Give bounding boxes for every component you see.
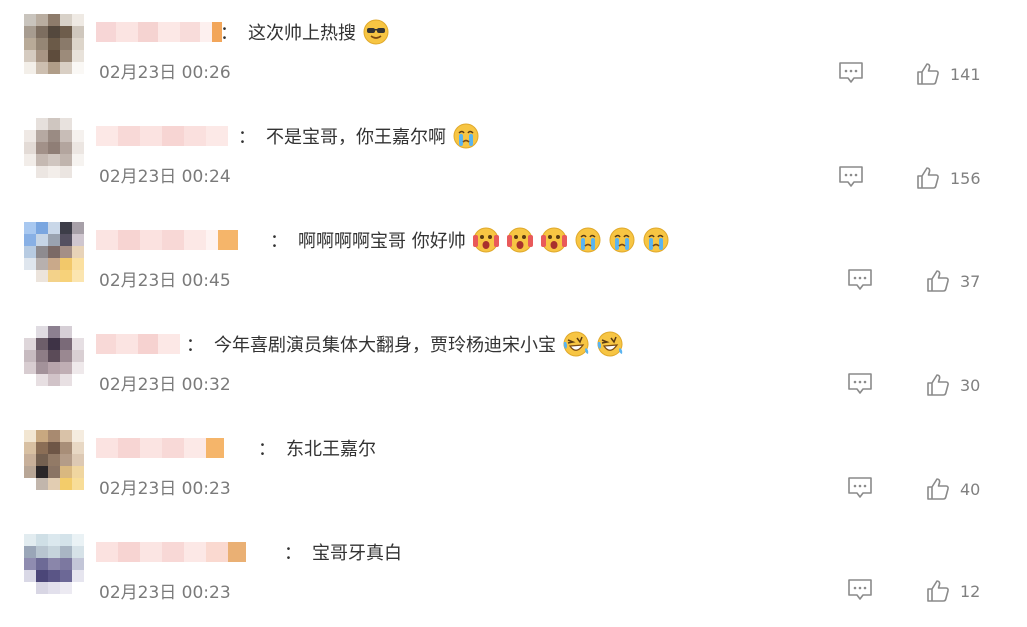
comment-icon xyxy=(848,477,872,498)
comment-item: ： 东北王嘉尔 02月23日 00:23 40 xyxy=(0,416,1027,519)
comment-time: 02月23日 00:24 xyxy=(99,167,231,187)
like-count: 12 xyxy=(960,581,981,601)
reply-button[interactable] xyxy=(847,578,873,602)
comment-item: ： 这次帅上热搜 02月23日 00:26 141 xyxy=(0,0,1027,103)
crying-emoji-icon xyxy=(452,122,480,150)
comment-text: 啊啊啊啊宝哥 你好帅 xyxy=(298,231,466,252)
colon: ： xyxy=(258,439,276,460)
like-count: 40 xyxy=(960,479,981,499)
cool-emoji-icon xyxy=(362,18,390,46)
comment-item: ： 宝哥牙真白 02月23日 00:23 12 xyxy=(0,520,1027,623)
username-blurred[interactable] xyxy=(96,22,222,42)
username-blurred[interactable] xyxy=(96,542,246,562)
comment-line: ： 这次帅上热搜 xyxy=(214,18,390,46)
comment-text: 宝哥牙真白 xyxy=(312,543,402,564)
comment-text: 今年喜剧演员集体大翻身，贾玲杨迪宋小宝 xyxy=(214,335,556,356)
colon: ： xyxy=(270,231,288,252)
username-blurred[interactable] xyxy=(96,126,228,146)
comment-icon xyxy=(848,579,872,600)
username-blurred[interactable] xyxy=(96,438,224,458)
comment-time: 02月23日 00:32 xyxy=(99,375,231,395)
like-button[interactable]: 141 xyxy=(916,61,981,87)
like-button[interactable]: 12 xyxy=(926,578,980,604)
thumbs-up-icon xyxy=(917,167,939,189)
scream-emoji-icon xyxy=(540,226,568,254)
crying-emoji-icon xyxy=(608,226,636,254)
comment-line: ： 不是宝哥，你王嘉尔啊 xyxy=(232,122,480,150)
comment-time: 02月23日 00:23 xyxy=(99,583,231,603)
scream-emoji-icon xyxy=(506,226,534,254)
colon: ： xyxy=(238,127,256,148)
username-blurred[interactable] xyxy=(96,230,238,250)
thumbs-up-icon xyxy=(927,478,949,500)
avatar[interactable] xyxy=(24,326,84,386)
like-button[interactable]: 156 xyxy=(916,165,981,191)
comment-time: 02月23日 00:45 xyxy=(99,271,231,291)
comment-line: ： 东北王嘉尔 xyxy=(252,436,376,460)
thumbs-up-icon xyxy=(927,270,949,292)
crying-emoji-icon xyxy=(574,226,602,254)
reply-button[interactable] xyxy=(847,268,873,292)
colon: ： xyxy=(186,335,204,356)
like-count: 37 xyxy=(960,271,981,291)
comment-icon xyxy=(839,62,863,83)
comment-item: ： 今年喜剧演员集体大翻身，贾玲杨迪宋小宝 02月23日 00:32 30 xyxy=(0,312,1027,415)
laugh-cry-emoji-icon xyxy=(562,330,590,358)
thumbs-up-icon xyxy=(927,374,949,396)
crying-emoji-icon xyxy=(642,226,670,254)
comment-icon xyxy=(839,166,863,187)
avatar[interactable] xyxy=(24,430,84,490)
like-count: 156 xyxy=(950,168,981,188)
like-button[interactable]: 30 xyxy=(926,372,980,398)
thumbs-up-icon xyxy=(927,580,949,602)
comment-item: ： 啊啊啊啊宝哥 你好帅 02月23日 00:45 37 xyxy=(0,208,1027,311)
like-button[interactable]: 37 xyxy=(926,268,980,294)
like-count: 30 xyxy=(960,375,981,395)
comment-text: 不是宝哥，你王嘉尔啊 xyxy=(266,127,446,148)
comment-icon xyxy=(848,269,872,290)
reply-button[interactable] xyxy=(838,165,864,189)
like-count: 141 xyxy=(950,64,981,84)
comment-text: 东北王嘉尔 xyxy=(286,439,376,460)
comment-time: 02月23日 00:23 xyxy=(99,479,231,499)
username-blurred[interactable] xyxy=(96,334,180,354)
comment-time: 02月23日 00:26 xyxy=(99,63,231,83)
avatar[interactable] xyxy=(24,222,84,282)
reply-button[interactable] xyxy=(838,61,864,85)
reply-button[interactable] xyxy=(847,476,873,500)
colon: ： xyxy=(220,23,238,44)
reply-button[interactable] xyxy=(847,372,873,396)
avatar[interactable] xyxy=(24,534,84,594)
colon: ： xyxy=(284,543,302,564)
avatar[interactable] xyxy=(24,14,84,74)
comment-text: 这次帅上热搜 xyxy=(248,23,356,44)
comment-item: ： 不是宝哥，你王嘉尔啊 02月23日 00:24 156 xyxy=(0,104,1027,207)
laugh-cry-emoji-icon xyxy=(596,330,624,358)
comment-line: ： 宝哥牙真白 xyxy=(278,540,402,564)
comment-line: ： 今年喜剧演员集体大翻身，贾玲杨迪宋小宝 xyxy=(180,330,624,358)
thumbs-up-icon xyxy=(917,63,939,85)
like-button[interactable]: 40 xyxy=(926,476,980,502)
avatar[interactable] xyxy=(24,118,84,178)
scream-emoji-icon xyxy=(472,226,500,254)
comment-line: ： 啊啊啊啊宝哥 你好帅 xyxy=(264,226,670,254)
comment-icon xyxy=(848,373,872,394)
